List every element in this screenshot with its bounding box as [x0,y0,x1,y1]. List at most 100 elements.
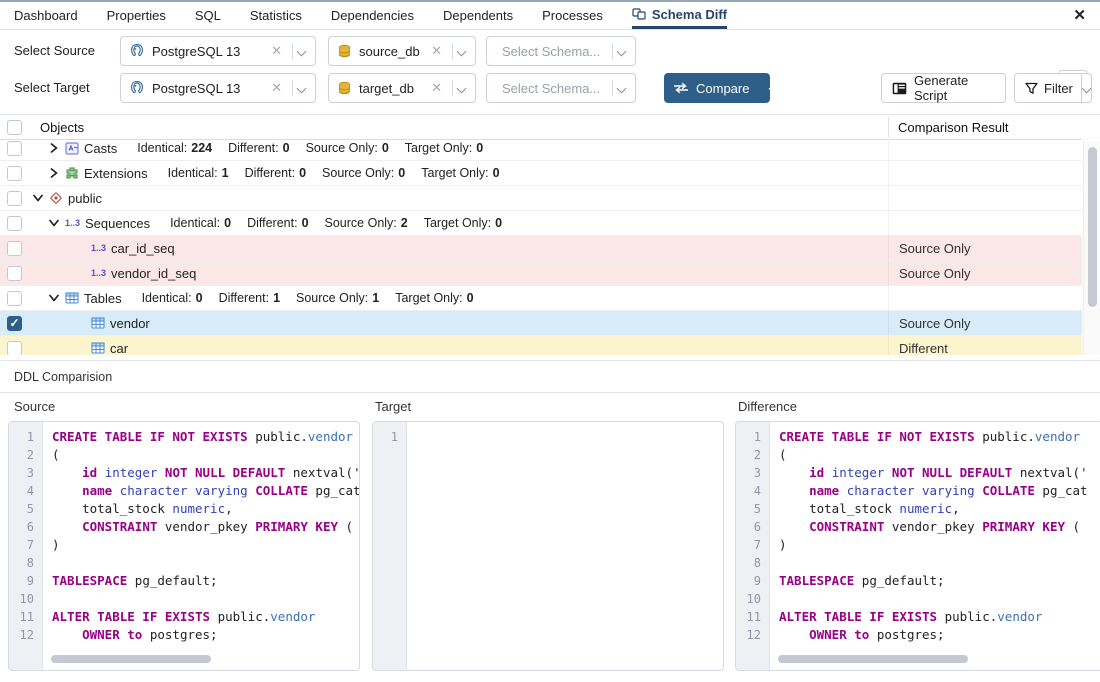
code-editor[interactable] [407,422,723,670]
line-number: 3 [736,464,769,482]
comparison-result-cell: Source Only [888,261,1082,285]
count-target-only-: Target Only:0 [424,216,502,230]
target-database-select[interactable]: target_db ✕ [328,73,476,103]
chevron-down-icon[interactable] [617,83,627,93]
chevron-down-icon[interactable] [297,83,307,93]
line-number: 9 [9,572,42,590]
tab-label: Schema Diff [652,7,727,22]
tab-properties[interactable]: Properties [107,2,166,29]
chevron-down-icon [1082,83,1092,93]
object-cell: 1..3 vendor_id_seq [0,261,888,285]
select-all-checkbox[interactable] [7,120,22,135]
clear-icon[interactable]: ✕ [265,80,288,96]
clear-icon[interactable]: ✕ [425,80,448,96]
scrollbar-thumb[interactable] [1088,147,1097,307]
target-server-select[interactable]: PostgreSQL 13 ✕ [120,73,316,103]
comparison-counts: Identical:1Different:0Source Only:0Targe… [168,166,500,180]
object-cell: public [0,186,888,210]
compare-arrows-icon [673,82,689,94]
tab-dashboard[interactable]: Dashboard [14,2,78,29]
table-row[interactable]: public [0,186,1082,211]
code-line [43,554,359,572]
count-target-only-: Target Only:0 [421,166,499,180]
filter-dropdown-toggle[interactable] [1081,74,1092,102]
filter-icon [1025,82,1038,95]
horizontal-scrollbar-thumb[interactable] [51,655,211,663]
line-number: 8 [736,554,769,572]
chevron-down-icon[interactable] [457,46,467,56]
object-cell: 1..3 Sequences Identical:0Different:0Sourc… [0,211,888,235]
objects-column-header: Objects [40,120,84,135]
line-number: 2 [736,446,769,464]
object-label: Casts [84,141,117,156]
source-database-select[interactable]: source_db ✕ [328,36,476,66]
tab-dependencies[interactable]: Dependencies [331,2,414,29]
source-schema-placeholder: Select Schema... [495,44,608,59]
source-server-select[interactable]: PostgreSQL 13 ✕ [120,36,316,66]
sequence-icon: 1..3 [91,268,106,278]
line-number: 12 [736,626,769,644]
generate-script-button[interactable]: Generate Script [881,73,1006,103]
clear-icon[interactable]: ✕ [265,43,288,59]
line-number: 1 [373,428,406,446]
sequence-icon: 1..3 [91,243,106,253]
source-pane-label: Source [14,399,55,414]
target-schema-select[interactable]: Select Schema... [486,73,636,103]
count-target-only-: Target Only:0 [395,291,473,305]
line-number: 2 [9,446,42,464]
comparison-counts: Identical:0Different:0Source Only:2Targe… [170,216,502,230]
chevron-down-icon[interactable] [617,46,627,56]
chevron-right-icon[interactable] [46,143,62,153]
tab-bar: Dashboard Properties SQL Statistics Dependen… [0,2,1100,30]
tab-sql[interactable]: SQL [195,2,221,29]
table-row[interactable]: carDifferent [0,336,1082,355]
extension-icon [65,166,79,180]
line-number: 6 [9,518,42,536]
chevron-down-icon[interactable] [30,194,46,202]
count-identical-: Identical:224 [137,141,212,155]
object-cell: CastsIdentical:224Different:0Source Only… [0,141,888,160]
grid-vertical-scrollbar[interactable] [1083,141,1100,355]
code-line: CONSTRAINT vendor_pkey PRIMARY KEY ( [43,518,359,536]
code-line [770,554,1100,572]
code-line: total_stock numeric, [770,500,1100,518]
chevron-right-icon[interactable] [46,168,62,178]
schema-icon [49,191,63,205]
table-row[interactable]: 1..3 vendor_id_seq Source Only [0,261,1082,286]
object-label: Sequences [85,216,150,231]
clear-icon[interactable]: ✕ [425,43,448,59]
code-editor[interactable]: CREATE TABLE IF NOT EXISTS public.vendor… [43,422,359,670]
ddl-comparison-section: DDL Comparision Source Target Difference… [0,360,1100,682]
ddl-source-panel: 123456789101112CREATE TABLE IF NOT EXIST… [8,421,360,671]
table-row[interactable]: ExtensionsIdentical:1Different:0Source O… [0,161,1082,186]
object-label: vendor_id_seq [111,266,196,281]
tab-label: Dependents [443,8,513,23]
tab-statistics[interactable]: Statistics [250,2,302,29]
count-source-only-: Source Only:2 [325,216,408,230]
chevron-down-icon[interactable] [46,294,62,302]
compare-button[interactable]: Compare [664,73,770,103]
table-row[interactable]: CastsIdentical:224Different:0Source Only… [0,141,1082,161]
sequence-icon: 1..3 [65,218,80,228]
table-row[interactable]: vendorSource Only [0,311,1082,336]
tab-schema-diff[interactable]: Schema Diff [632,2,727,29]
select-source-row: Select Source PostgreSQL 13 ✕ source_db … [0,36,1100,66]
horizontal-scrollbar-thumb[interactable] [778,655,968,663]
count-identical-: Identical:0 [170,216,231,230]
table-row[interactable]: TablesIdentical:0Different:1Source Only:… [0,286,1082,311]
tab-processes[interactable]: Processes [542,2,603,29]
table-row[interactable]: 1..3car_id_seqSource Only [0,236,1082,261]
line-number: 7 [736,536,769,554]
close-icon[interactable]: ✕ [1073,6,1086,24]
code-editor[interactable]: CREATE TABLE IF NOT EXISTS public.vendor… [770,422,1100,670]
chevron-down-icon[interactable] [297,46,307,56]
chevron-down-icon[interactable] [46,219,62,227]
ddl-target-panel: 1 [372,421,724,671]
table-row[interactable]: 1..3 Sequences Identical:0Different:0Sourc… [0,211,1082,236]
filter-button[interactable]: Filter [1014,73,1092,103]
chevron-down-icon[interactable] [457,83,467,93]
tab-dependents[interactable]: Dependents [443,2,513,29]
code-line [407,428,723,446]
target-server-value: PostgreSQL 13 [145,81,265,96]
source-schema-select[interactable]: Select Schema... [486,36,636,66]
